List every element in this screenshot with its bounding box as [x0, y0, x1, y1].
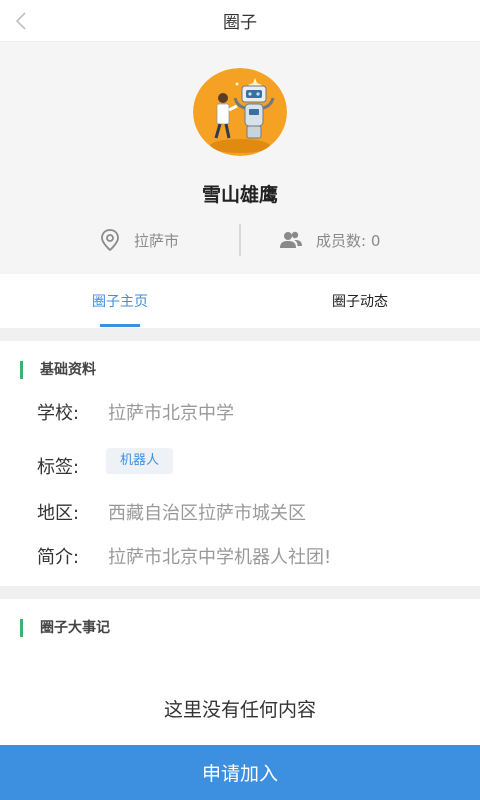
robot-avatar-icon [193, 68, 287, 156]
tab-circle-home[interactable]: 圈子主页 [0, 274, 240, 328]
school-label: 学校: [37, 403, 80, 424]
top-bar: 圈子 [0, 0, 480, 42]
meta-divider [239, 224, 241, 256]
region-label: 地区: [37, 503, 80, 524]
location-text: 拉萨市 [134, 231, 180, 250]
location-info: 拉萨市 [100, 222, 179, 258]
events-title: 圈子大事记 [20, 619, 110, 637]
apply-join-button[interactable]: 申请加入 [0, 745, 480, 800]
circle-meta: 拉萨市 成员数: 0 [0, 222, 480, 258]
tab-circle-feed[interactable]: 圈子动态 [240, 274, 480, 328]
school-value: 拉萨市北京中学 [108, 403, 234, 424]
members-count: 成员数: 0 [316, 231, 381, 250]
circle-name: 雪山雄鹰 [201, 184, 278, 206]
intro-label: 简介: [37, 547, 80, 568]
section-divider [0, 586, 480, 599]
tags-label: 标签: [37, 457, 80, 478]
tag-chip: 机器人 [106, 448, 174, 474]
section-divider [0, 328, 480, 341]
page-title: 圈子 [223, 13, 257, 33]
users-icon [280, 231, 302, 248]
basic-info-title: 基础资料 [20, 361, 96, 379]
basic-info-section: 基础资料 学校: 拉萨市北京中学 标签: 机器人 地区: 西藏自治区拉萨市城关区… [0, 341, 480, 586]
location-pin-icon [101, 229, 119, 251]
intro-value: 拉萨市北京中学机器人社团! [108, 547, 332, 568]
active-tab-indicator [100, 324, 140, 327]
back-button[interactable] [6, 6, 36, 36]
members-info: 成员数: 0 [280, 222, 380, 258]
empty-state-text: 这里没有任何内容 [163, 699, 316, 721]
region-value: 西藏自治区拉萨市城关区 [108, 503, 306, 524]
circle-profile: 雪山雄鹰 拉萨市 成员数: 0 [0, 42, 480, 274]
chevron-left-icon [15, 12, 26, 30]
circle-tabs: 圈子主页 圈子动态 [0, 274, 480, 328]
events-section: 圈子大事记 这里没有任何内容 [0, 599, 480, 745]
